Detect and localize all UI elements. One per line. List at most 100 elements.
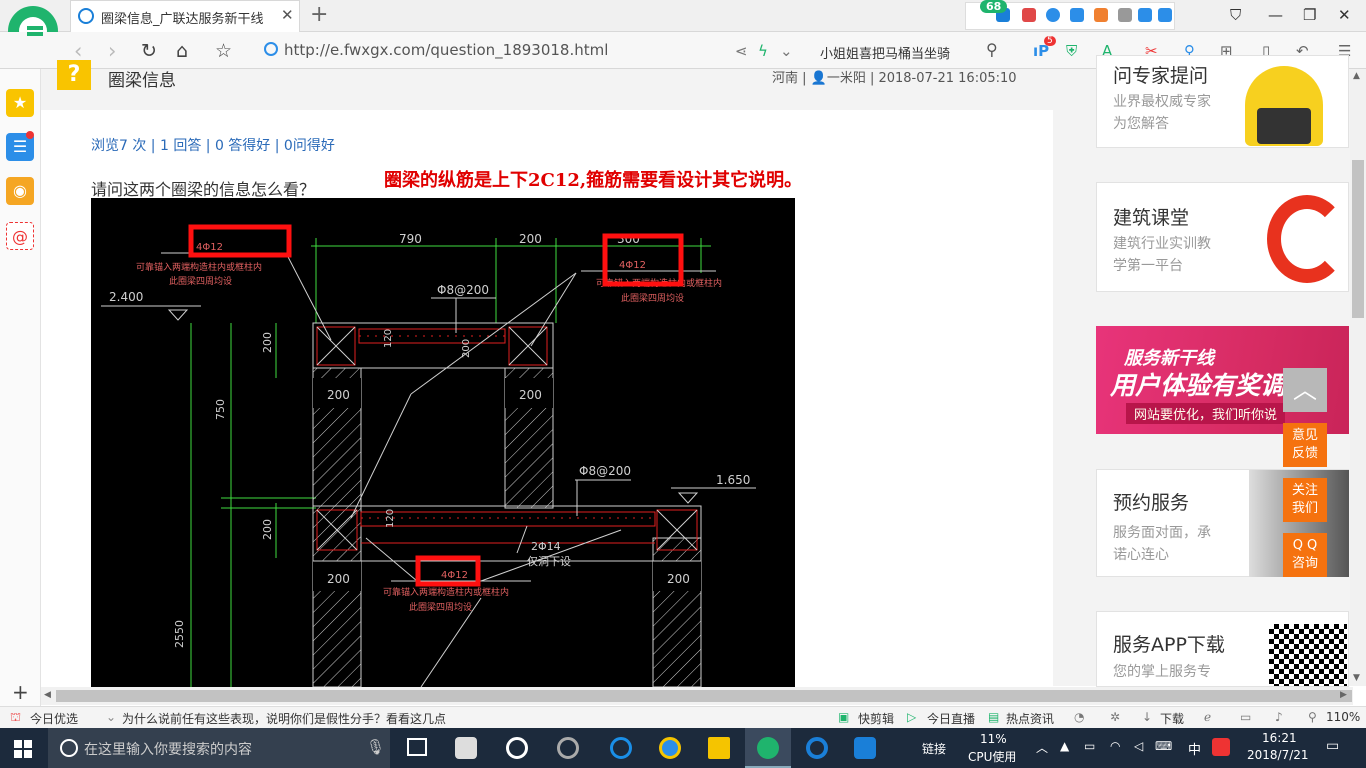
news-ticker-link[interactable]: 为什么说前任有这些表现，说明你们是假性分手？看看这几点	[122, 710, 446, 727]
favorites-star-icon[interactable]: ★	[6, 89, 34, 117]
app-download-card[interactable]: 服务APP下载 您的掌上服务专	[1096, 611, 1349, 687]
glodon-logo-icon	[1267, 195, 1347, 283]
extension-icon[interactable]	[1022, 8, 1036, 22]
ask-expert-card[interactable]: 问专家提问 业界最权威专家 为您解答	[1096, 55, 1349, 148]
pinwheel-app-icon[interactable]	[455, 737, 477, 759]
glodon-g-icon[interactable]	[806, 737, 828, 759]
gift-icon: ⛫	[10, 710, 22, 724]
favorite-star-icon[interactable]: ☆	[215, 40, 232, 62]
edge-icon[interactable]	[610, 737, 632, 759]
keyboard-icon[interactable]	[1094, 8, 1108, 22]
taskbar-search-input[interactable]: 在这里输入你要搜索的内容	[48, 728, 390, 768]
hot-news-button[interactable]: 热点资讯	[1006, 710, 1054, 727]
question-meta: 河南 | 👤一米阳 | 2018-07-21 16:05:10	[772, 71, 1017, 86]
scroll-down-icon[interactable]: ▼	[1353, 673, 1360, 683]
cpu-percent: 11%	[980, 732, 1007, 746]
user-icon[interactable]	[1118, 8, 1132, 22]
minimize-icon[interactable]: —	[1268, 6, 1283, 24]
quick-clip-button[interactable]: 快剪辑	[858, 710, 894, 727]
horizontal-scrollbar-thumb[interactable]	[56, 690, 1352, 702]
back-to-top-icon[interactable]: ︿	[1283, 368, 1327, 412]
search-input[interactable]: 小姐姐喜把马桶当坐骑	[820, 43, 950, 62]
mic-icon[interactable]	[1070, 8, 1084, 22]
chevron-down-icon[interactable]: ⌄	[780, 42, 793, 60]
swirl-app-icon[interactable]	[557, 737, 579, 759]
battery-icon[interactable]: ▭	[1084, 739, 1095, 753]
button-label: 咨询	[1291, 556, 1318, 571]
add-sidebar-icon[interactable]: +	[12, 680, 29, 704]
sound-icon[interactable]: ♪	[1275, 710, 1283, 724]
close-window-icon[interactable]: ✕	[1338, 6, 1351, 24]
restore-icon[interactable]: ❐	[1303, 6, 1316, 24]
download-button[interactable]: 下载	[1160, 710, 1184, 727]
sogou-icon[interactable]	[1212, 738, 1230, 756]
shirt-icon[interactable]	[1138, 8, 1152, 22]
today-picks-link[interactable]: 今日优选	[30, 710, 78, 727]
scroll-right-icon[interactable]: ▶	[1340, 690, 1347, 700]
scroll-left-icon[interactable]: ◀	[44, 690, 51, 700]
site-info-icon[interactable]	[264, 42, 278, 56]
links-toolbar[interactable]: 链接	[922, 740, 946, 757]
plus-app-icon[interactable]	[854, 737, 876, 759]
chevron-up-icon[interactable]: ︿	[1036, 739, 1048, 756]
refresh-icon[interactable]: ↻	[141, 40, 157, 62]
pin-icon[interactable]: ⛉	[1230, 6, 1241, 24]
window-icon[interactable]: ▭	[1240, 710, 1251, 724]
mic-icon[interactable]: 🎙	[366, 738, 385, 756]
volume-icon[interactable]: ◁	[1134, 739, 1143, 753]
ie-mode-icon[interactable]: ℯ	[1204, 710, 1211, 724]
tab-close-icon[interactable]: ✕	[281, 6, 294, 24]
email-icon[interactable]: @	[6, 222, 34, 250]
cad-drawing-image[interactable]: 790 200 300 2.400 1.650 200 750 200 2550…	[91, 198, 795, 687]
forward-icon[interactable]: ›	[108, 39, 116, 63]
ime-indicator[interactable]: 中	[1188, 739, 1201, 758]
feedback-button[interactable]: 意见 反馈	[1283, 423, 1327, 467]
lightning-icon[interactable]: ϟ	[758, 42, 768, 60]
clip-icon: ▣	[838, 710, 850, 724]
live-button[interactable]: 今日直播	[927, 710, 975, 727]
shield-icon[interactable]: ⛨	[1066, 42, 1077, 60]
cortana-icon[interactable]	[60, 739, 78, 757]
new-tab-button[interactable]: +	[310, 2, 328, 27]
weibo-icon[interactable]: ◉	[6, 177, 34, 205]
notification-bell-icon[interactable]: ▲	[1060, 739, 1069, 753]
clock-date[interactable]: 2018/7/21	[1247, 748, 1309, 762]
page-title: 圈梁信息	[108, 71, 176, 91]
windows-start-icon[interactable]	[14, 740, 32, 758]
vertical-scrollbar-thumb[interactable]	[1352, 160, 1364, 318]
360-browser-icon[interactable]	[757, 737, 779, 759]
wrench-icon[interactable]	[1158, 8, 1172, 22]
chevron-down-icon[interactable]: ⌄	[106, 710, 116, 724]
cad-note: 可靠锚入两端构造柱内或框柱内	[383, 586, 509, 598]
qq-consult-button[interactable]: Q Q 咨询	[1283, 533, 1327, 577]
zoom-level[interactable]: 110%	[1326, 710, 1360, 724]
wifi-icon[interactable]: ◠	[1110, 739, 1120, 753]
tools-icon[interactable]: ✲	[1110, 710, 1120, 724]
extension-badge: 68	[980, 0, 1008, 13]
card-title: 建筑课堂	[1113, 207, 1190, 229]
browser-tab[interactable]: 圈梁信息_广联达服务新干线	[70, 0, 300, 32]
zoom-icon[interactable]: ⚲	[1308, 710, 1317, 724]
file-explorer-icon[interactable]	[708, 737, 730, 759]
banner-caption: 网站要优化，我们听你说	[1126, 403, 1286, 424]
ie-icon[interactable]	[659, 737, 681, 759]
home-icon[interactable]: ⌂	[176, 40, 188, 62]
card-subtitle: 为您解答	[1113, 116, 1169, 132]
keyboard-icon[interactable]: ⌨	[1155, 739, 1172, 753]
smiley-icon[interactable]	[1046, 8, 1060, 22]
task-view-icon[interactable]	[407, 738, 427, 756]
search-icon[interactable]: ⚲	[986, 40, 998, 59]
action-center-icon[interactable]: ▭	[1326, 738, 1339, 754]
cad-note: 此圈梁四周均设	[169, 275, 232, 287]
follow-us-button[interactable]: 关注 我们	[1283, 478, 1327, 522]
clock-time[interactable]: 16:21	[1262, 731, 1297, 745]
browser-e-icon[interactable]	[506, 737, 528, 759]
share-icon[interactable]: ⋖	[735, 42, 748, 60]
qr-code-icon	[1269, 624, 1347, 686]
url-input[interactable]: http://e.fwxgx.com/question_1893018.html	[284, 41, 608, 59]
building-class-card[interactable]: 建筑课堂 建筑行业实训教 学第一平台	[1096, 182, 1349, 292]
scroll-up-icon[interactable]: ▲	[1353, 71, 1360, 81]
speed-icon[interactable]: ◔	[1074, 710, 1084, 724]
bar-label: 2Φ14	[531, 540, 561, 553]
question-stats[interactable]: 浏览7 次 | 1 回答 | 0 答得好 | 0问得好	[91, 135, 335, 155]
